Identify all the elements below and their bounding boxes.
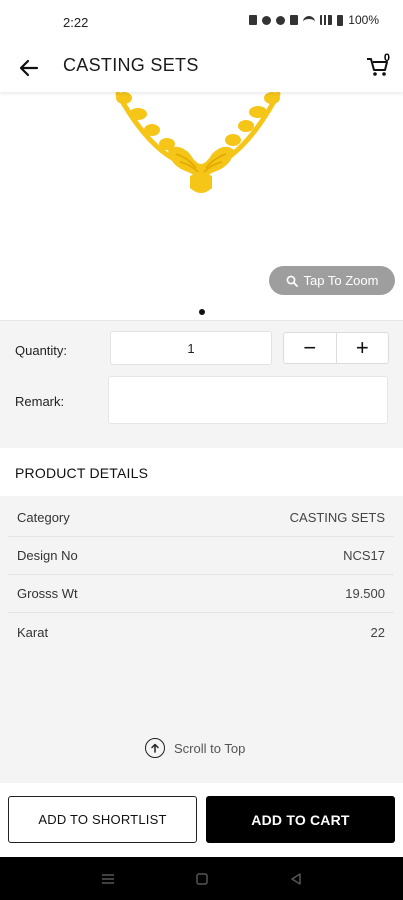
battery-percent: 100%	[348, 13, 379, 27]
battery-icon	[337, 14, 344, 26]
wifi-icon	[303, 15, 316, 25]
tap-to-zoom-button[interactable]: Tap To Zoom	[269, 266, 395, 295]
detail-row-karat: Karat 22	[8, 613, 394, 651]
detail-value: 22	[370, 624, 385, 640]
back-nav-button[interactable]	[288, 871, 304, 887]
quantity-label: Quantity:	[15, 343, 68, 358]
add-to-cart-button[interactable]: ADD TO CART	[206, 796, 395, 843]
product-details-heading: PRODUCT DETAILS	[15, 465, 149, 481]
back-button[interactable]	[16, 55, 42, 81]
detail-value: 19.500	[345, 586, 385, 601]
signal-icon	[320, 15, 333, 25]
page-title: CASTING SETS	[63, 55, 199, 75]
detail-label: Category	[17, 510, 70, 525]
status-icons: 100%	[249, 13, 379, 27]
detail-value: NCS17	[343, 548, 385, 563]
detail-row-category: Category CASTING SETS	[8, 499, 394, 537]
add-to-shortlist-button[interactable]: ADD TO SHORTLIST	[8, 796, 197, 843]
notification-icon	[249, 15, 258, 25]
home-button[interactable]	[194, 871, 210, 887]
increment-button[interactable]: +	[335, 333, 389, 363]
system-navigation-bar	[0, 857, 403, 900]
quantity-stepper: − +	[283, 332, 389, 364]
carousel-indicator-dot	[199, 309, 205, 315]
back-triangle-icon	[290, 872, 301, 885]
remark-label: Remark:	[15, 394, 65, 409]
home-square-icon	[195, 872, 208, 885]
app-bar: CASTING SETS	[0, 46, 403, 92]
search-icon	[286, 275, 298, 287]
alarm-icon	[262, 15, 272, 25]
mute-icon	[276, 15, 286, 25]
detail-row-gross-wt: Grosss Wt 19.500	[8, 575, 394, 613]
arrow-up-icon	[145, 738, 165, 758]
cart-count-badge: 0	[383, 52, 390, 64]
scroll-to-top-label: Scroll to Top	[174, 740, 246, 756]
status-bar: 2:22 100%	[0, 0, 403, 46]
scroll-to-top-button[interactable]: Scroll to Top	[145, 738, 245, 758]
bluetooth-icon	[290, 15, 299, 25]
detail-row-design-no: Design No NCS17	[8, 537, 394, 575]
status-time: 2:22	[63, 15, 89, 30]
detail-label: Grosss Wt	[17, 586, 78, 601]
bottom-action-bar: ADD TO SHORTLIST ADD TO CART	[0, 783, 403, 857]
detail-value: CASTING SETS	[289, 510, 385, 525]
menu-icon	[101, 873, 114, 884]
detail-label: Karat	[17, 624, 49, 640]
detail-label: Design No	[17, 548, 78, 563]
remark-field[interactable]	[108, 376, 388, 424]
tap-to-zoom-label: Tap To Zoom	[303, 273, 379, 288]
order-form: Quantity: 1 − + Remark:	[0, 320, 403, 448]
recent-apps-button[interactable]	[100, 871, 116, 887]
back-arrow-icon	[19, 59, 39, 77]
quantity-field[interactable]: 1	[110, 331, 272, 365]
decrement-button[interactable]: −	[284, 333, 336, 363]
